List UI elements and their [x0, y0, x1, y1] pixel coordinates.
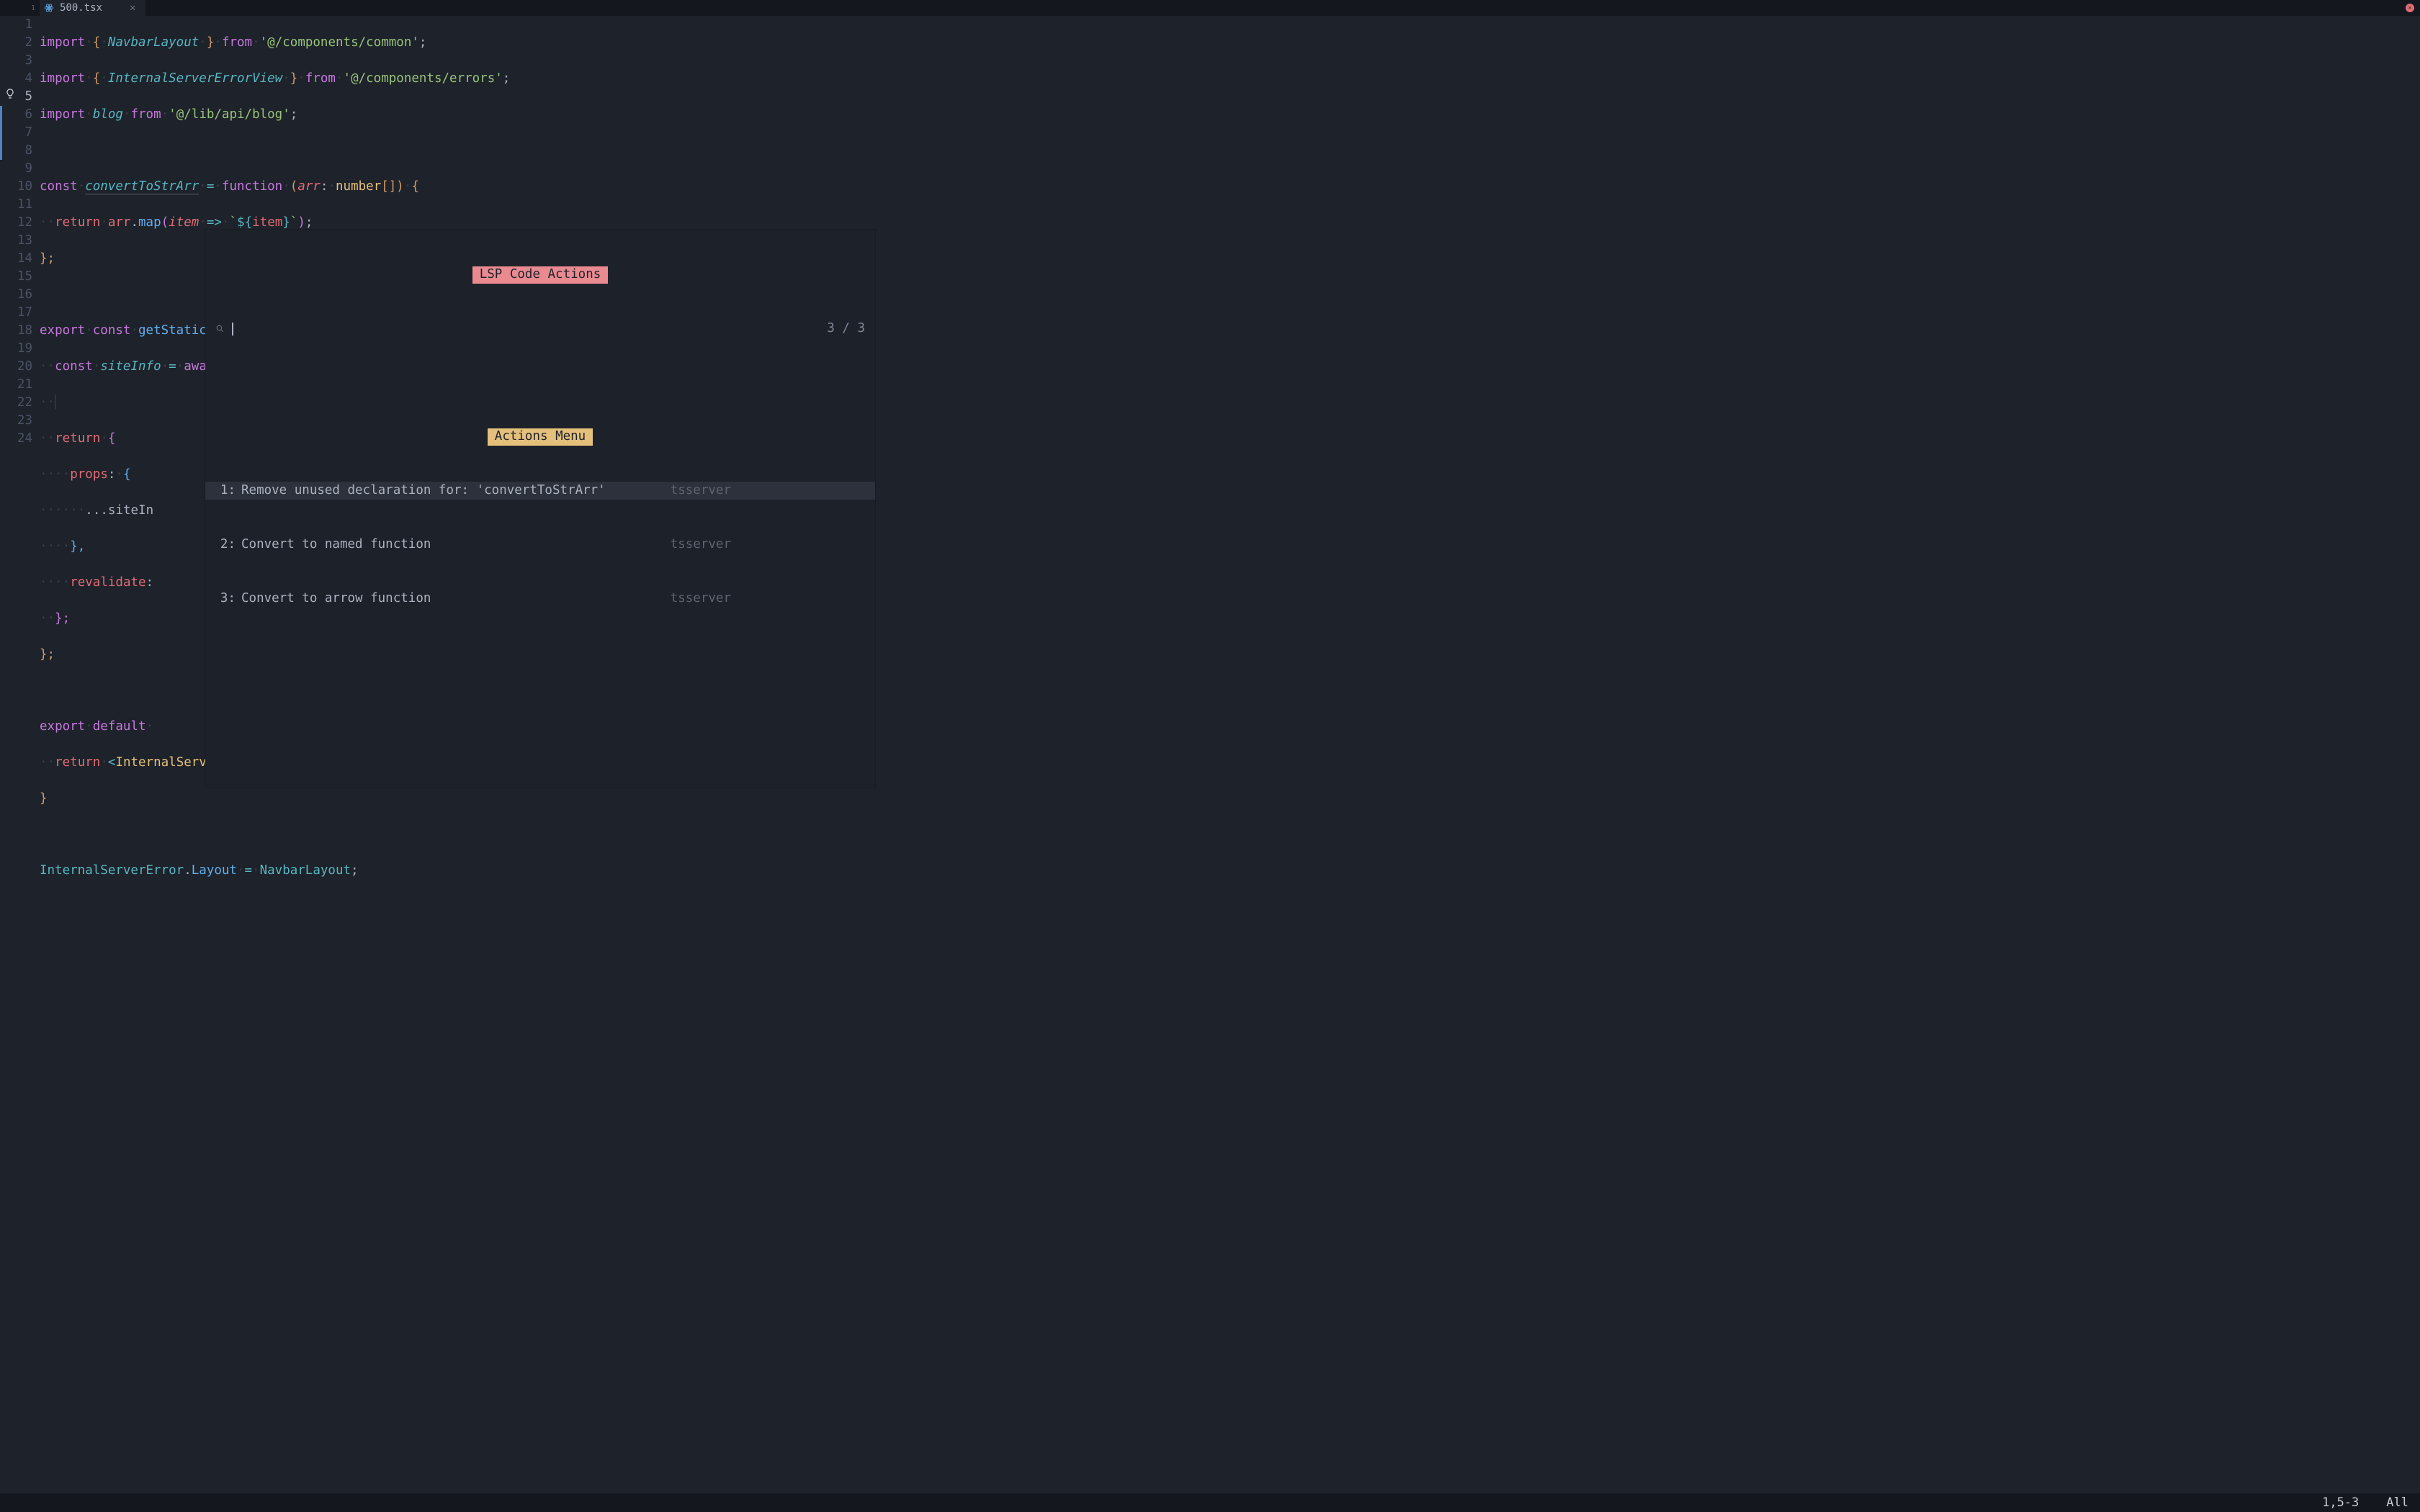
line-number: 23: [0, 412, 32, 430]
action-label: Convert to named function: [241, 536, 431, 554]
action-label: Convert to arrow function: [241, 590, 431, 608]
line-number: 8: [0, 142, 32, 160]
tab-filename: 500.tsx: [60, 0, 102, 17]
line-number: 16: [0, 286, 32, 304]
code-line: [40, 826, 2420, 844]
editor[interactable]: 1 2 3 4 5 6 7 8 9 10 11 12 13 14 15 16 1…: [0, 16, 2420, 1493]
action-label: Remove unused declaration for: 'convertT…: [241, 482, 606, 500]
cursor-position: 1,5-3: [2322, 1494, 2359, 1512]
line-number: 4: [0, 70, 32, 88]
popup-counter: 3 / 3: [827, 320, 865, 338]
tab-index: 1: [0, 0, 40, 17]
tab-index-number: 1: [31, 0, 35, 17]
line-number: 11: [0, 196, 32, 214]
line-number: 12: [0, 214, 32, 232]
line-number: 21: [0, 376, 32, 394]
scroll-position: All: [2386, 1494, 2408, 1512]
code-line: import·{·InternalServerErrorView·}·from·…: [40, 70, 2420, 88]
status-bar: 1,5-3 All: [0, 1493, 2420, 1512]
gutter: 1 2 3 4 5 6 7 8 9 10 11 12 13 14 15 16 1…: [0, 16, 40, 1493]
code-area[interactable]: import·{·NavbarLayout·}·from·'@/componen…: [40, 16, 2420, 1493]
tab-bar: 1 500.tsx ✕: [0, 0, 2420, 16]
code-line: }: [40, 790, 2420, 808]
popup-title: LSP Code Actions: [472, 266, 609, 284]
action-source: tsserver: [671, 536, 875, 554]
line-number: 18: [0, 322, 32, 340]
code-action-item[interactable]: 2: Convert to named function tsserver: [205, 536, 875, 554]
line-number: 15: [0, 268, 32, 286]
code-line: import·blog·from·'@/lib/api/blog';: [40, 106, 2420, 124]
line-number: 22: [0, 394, 32, 412]
line-number: 14: [0, 250, 32, 268]
search-icon: [215, 324, 225, 333]
tab-active[interactable]: 500.tsx ✕: [40, 0, 145, 16]
action-source: tsserver: [671, 590, 875, 608]
lsp-code-actions-popup: LSP Code Actions 3 / 3 Actions Menu 1: R…: [205, 230, 875, 788]
line-number: 9: [0, 160, 32, 178]
line-number: 10: [0, 178, 32, 196]
line-number: 20: [0, 358, 32, 376]
lightbulb-icon[interactable]: [4, 88, 16, 99]
line-number: 24: [0, 430, 32, 448]
popup-spacer: [205, 644, 875, 752]
react-icon: [44, 3, 54, 13]
line-number: 3: [0, 52, 32, 70]
popup-menu-title-row: Actions Menu: [205, 428, 875, 446]
line-number: 17: [0, 304, 32, 322]
line-number: 1: [0, 16, 32, 34]
popup-title-row: LSP Code Actions: [205, 266, 875, 284]
line-number: 7: [0, 124, 32, 142]
popup-search[interactable]: 3 / 3: [205, 320, 875, 338]
action-source: tsserver: [671, 482, 875, 500]
line-number: 6: [0, 106, 32, 124]
error-indicator-icon[interactable]: [2406, 4, 2414, 12]
line-number: 2: [0, 34, 32, 52]
close-icon[interactable]: ✕: [130, 0, 135, 17]
code-line: const·convertToStrArr·=·function·(arr:·n…: [40, 178, 2420, 196]
app: 1 500.tsx ✕ 1 2 3 4 5: [0, 0, 2420, 1512]
action-number: 2:: [205, 536, 241, 554]
code-line: [40, 142, 2420, 160]
line-number: 13: [0, 232, 32, 250]
code-action-item[interactable]: 1: Remove unused declaration for: 'conve…: [205, 482, 875, 500]
action-number: 1:: [205, 482, 241, 500]
code-line: import·{·NavbarLayout·}·from·'@/componen…: [40, 34, 2420, 52]
code-line: InternalServerError.Layout·=·NavbarLayou…: [40, 862, 2420, 880]
tab-bar-right: [2406, 4, 2414, 12]
action-number: 3:: [205, 590, 241, 608]
line-number: 19: [0, 340, 32, 358]
popup-divider: [205, 374, 875, 392]
popup-menu-title: Actions Menu: [488, 428, 593, 446]
code-action-item[interactable]: 3: Convert to arrow function tsserver: [205, 590, 875, 608]
search-cursor: [232, 323, 233, 336]
